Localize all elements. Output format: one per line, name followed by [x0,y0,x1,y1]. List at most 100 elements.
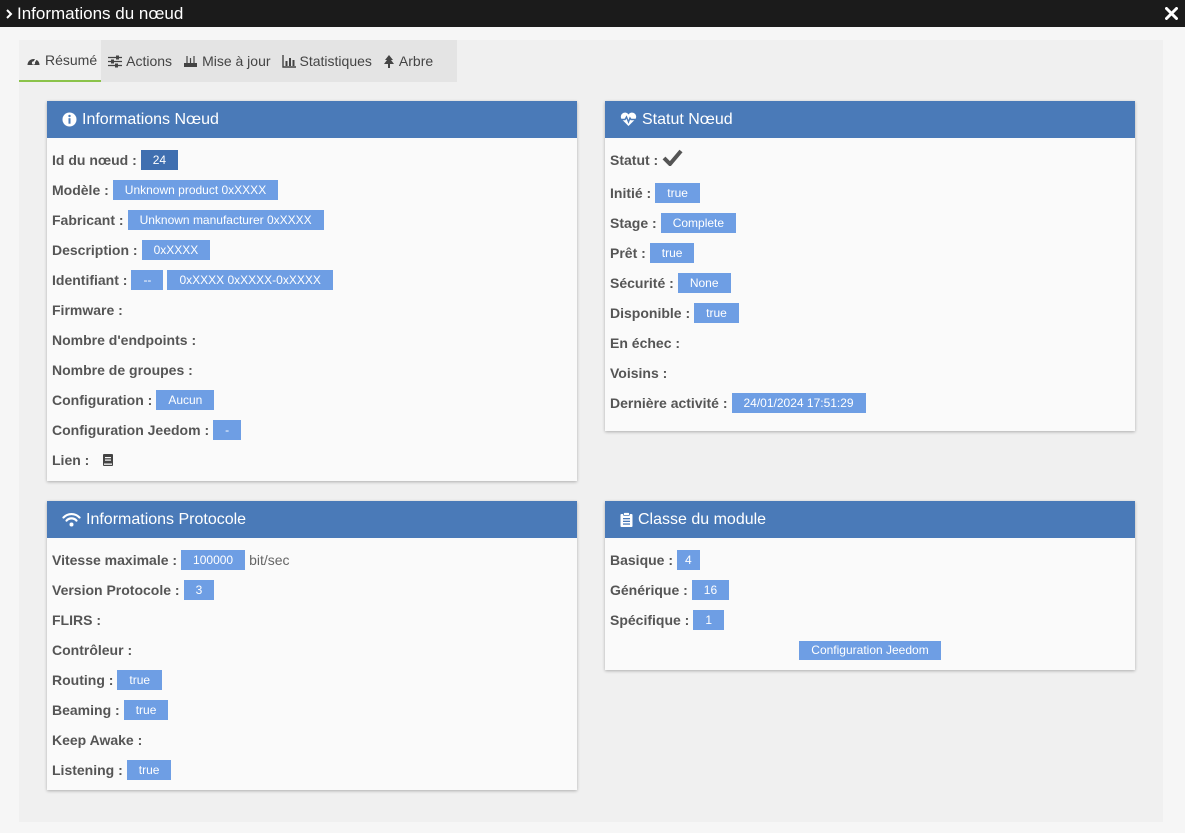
last-activity-badge: 24/01/2024 17:51:29 [731,393,866,413]
row-status: Statut : [605,145,1135,175]
row-flirs: FLIRS : [47,605,577,635]
field-label: FLIRS : [52,612,101,628]
basic-badge: 4 [677,550,700,570]
modal-content: Résumé Actions Mise à jour Statistiques … [19,40,1163,822]
panel-title: Classe du module [638,510,767,528]
sliders-icon [108,55,123,67]
info-circle-icon [62,112,77,127]
button-row: Configuration Jeedom [605,635,1135,665]
title-bar: Informations du nœud [0,0,1185,27]
security-badge: None [677,273,731,293]
node-info-panel: Informations Nœud Id du nœud : 24 Modèle… [47,101,577,481]
row-max-speed: Vitesse maximale : 100000 bit/sec [47,545,577,575]
row-node-id: Id du nœud : 24 [47,145,577,175]
row-failed: En échec : [605,328,1135,358]
max-speed-badge: 100000 [181,550,246,570]
field-label: Beaming : [52,702,120,718]
field-label: Listening : [52,762,123,778]
row-manufacturer: Fabricant : Unknown manufacturer 0xXXXX [47,205,577,235]
field-label: Initié : [610,185,652,201]
tab-bar: Résumé Actions Mise à jour Statistiques … [19,40,457,82]
field-label: Stage : [610,215,657,231]
field-label: Keep Awake : [52,732,143,748]
manufacturer-badge: Unknown manufacturer 0xXXXX [127,210,324,230]
row-beaming: Beaming : true [47,695,577,725]
row-basic: Basique : 4 [605,545,1135,575]
bar-chart-icon [281,54,296,68]
field-label: Routing : [52,672,114,688]
ready-badge: true [649,243,695,263]
field-label: Sécurité : [610,275,674,291]
tab-resume[interactable]: Résumé [19,40,102,82]
row-stage: Stage : Complete [605,208,1135,238]
book-icon[interactable] [103,454,114,466]
tab-label: Résumé [45,52,98,68]
row-protocol-version: Version Protocole : 3 [47,575,577,605]
field-label: Spécifique : [610,612,690,628]
row-description: Description : 0xXXXX [47,235,577,265]
field-label: Générique : [610,582,688,598]
field-label: Vitesse maximale : [52,552,178,568]
close-icon[interactable] [1161,2,1181,24]
tab-statistiques[interactable]: Statistiques [275,40,376,82]
version-badge: 3 [183,580,215,600]
row-model: Modèle : Unknown product 0xXXXX [47,175,577,205]
field-label: Fabricant : [52,212,124,228]
check-icon [662,149,683,166]
field-label: Contrôleur : [52,642,133,658]
row-specific: Spécifique : 1 [605,605,1135,635]
field-label: Nombre d'endpoints : [52,332,197,348]
chevron-right-icon[interactable] [0,8,17,19]
row-available: Disponible : true [605,298,1135,328]
available-badge: true [694,303,739,323]
row-link: Lien : [47,445,577,475]
field-label: Nombre de groupes : [52,362,193,378]
identifier-code-badge: 0xXXXX 0xXXXX-0xXXXX [167,270,333,290]
panel-header: Statut Nœud [605,101,1135,138]
tab-mise-a-jour[interactable]: Mise à jour [176,40,274,82]
module-class-panel: Classe du module Basique : 4 Générique :… [605,501,1135,670]
row-generic: Générique : 16 [605,575,1135,605]
stage-badge: Complete [660,213,737,233]
generic-badge: 16 [691,580,730,600]
field-label: Lien : [52,452,90,468]
routing-badge: true [117,670,163,690]
field-label: Disponible : [610,305,691,321]
panel-title: Informations Protocole [86,510,247,528]
field-label: Version Protocole : [52,582,180,598]
beaming-badge: true [123,700,169,720]
tab-label: Arbre [398,53,434,69]
row-firmware: Firmware : [47,295,577,325]
jeedom-configuration-button[interactable]: Configuration Jeedom [799,640,941,660]
tab-arbre[interactable]: Arbre [376,40,437,82]
row-neighbors: Voisins : [605,358,1135,388]
row-initiated: Initié : true [605,178,1135,208]
panel-title: Informations Nœud [82,110,219,128]
configuration-badge: Aucun [156,390,215,410]
speed-unit: bit/sec [249,552,290,568]
description-badge: 0xXXXX [141,240,211,260]
field-label: Voisins : [610,365,668,381]
protocol-info-panel: Informations Protocole Vitesse maximale … [47,501,577,790]
node-id-badge: 24 [140,150,179,170]
listening-badge: true [126,760,172,780]
row-listening: Listening : true [47,755,577,785]
tab-label: Statistiques [299,53,372,69]
row-identifier: Identifiant : -- 0xXXXX 0xXXXX-0xXXXX [47,265,577,295]
field-label: En échec : [610,335,681,351]
row-controller: Contrôleur : [47,635,577,665]
panel-header: Informations Nœud [47,101,577,138]
field-label: Identifiant : [52,272,128,288]
row-groups: Nombre de groupes : [47,355,577,385]
row-routing: Routing : true [47,665,577,695]
field-label: Configuration : [52,392,153,408]
row-jeedom-configuration: Configuration Jeedom : - [47,415,577,445]
wifi-icon [62,513,81,527]
node-status-panel: Statut Nœud Statut : Initié : true Stage… [605,101,1135,431]
tab-actions[interactable]: Actions [101,40,176,82]
tree-icon [383,54,394,68]
tab-label: Actions [126,53,173,69]
field-label: Basique : [610,552,674,568]
field-label: Statut : [610,152,659,168]
identifier-badge: -- [131,270,164,290]
